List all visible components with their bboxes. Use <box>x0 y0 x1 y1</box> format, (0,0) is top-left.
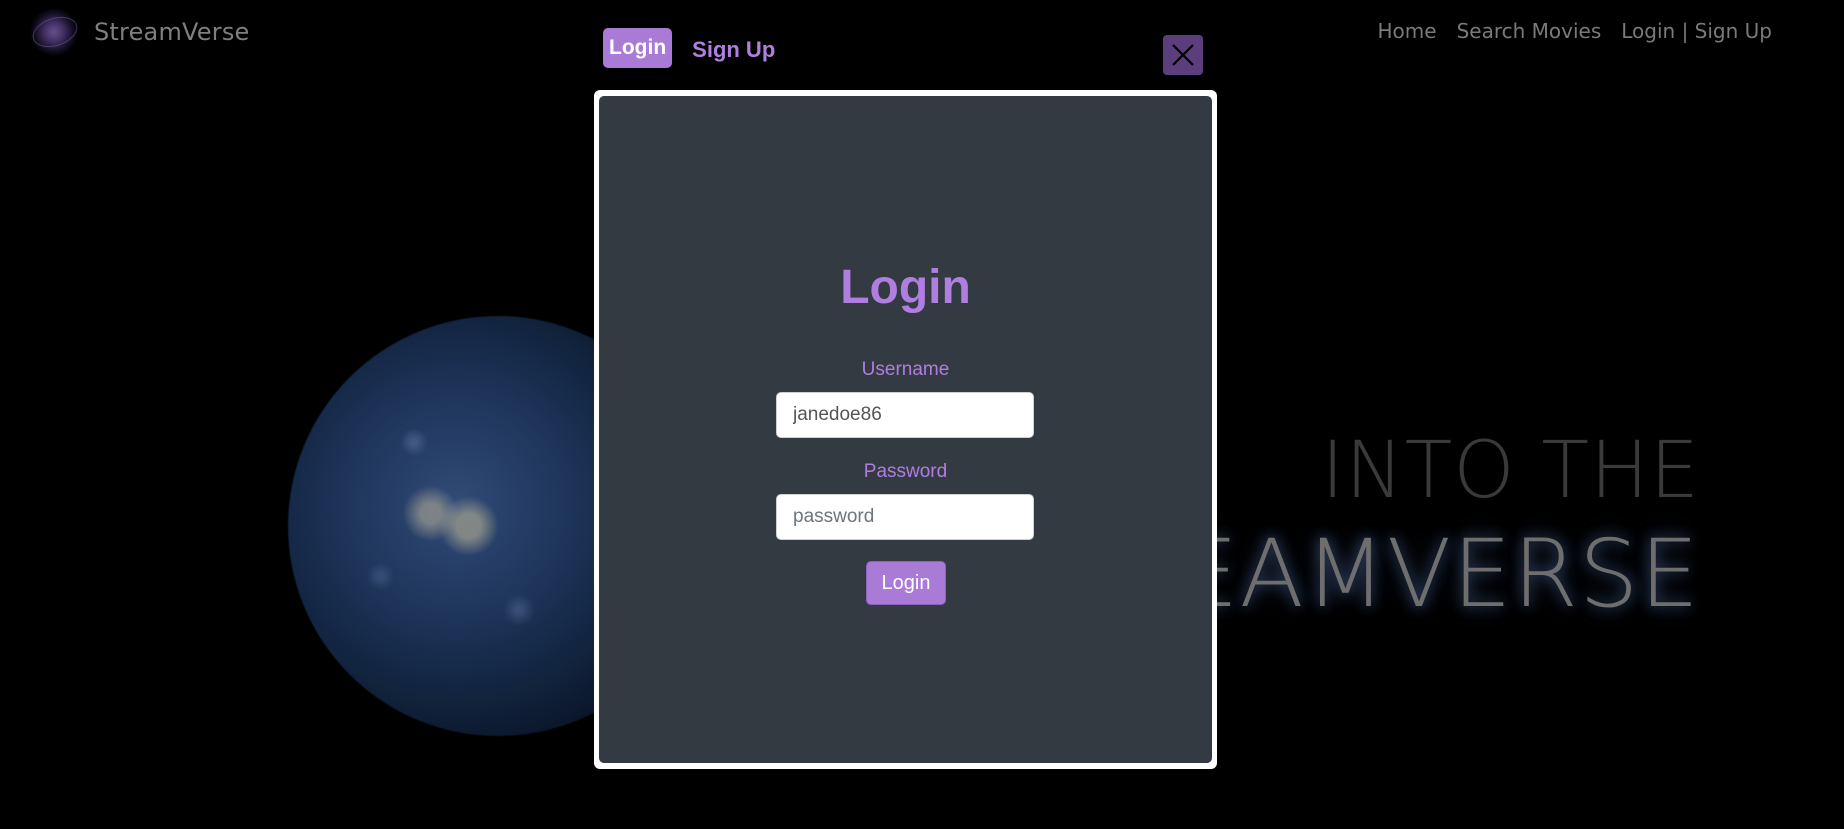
hero-title-line1: INTO THE <box>1321 426 1700 516</box>
modal-tabs: Login Sign Up <box>603 28 775 68</box>
password-input[interactable] <box>776 494 1034 540</box>
login-modal: Login Sign Up Login Username Password Lo… <box>594 20 1217 769</box>
nav-links: Home Search Movies Login | Sign Up <box>1378 19 1772 43</box>
login-form-panel: Login Username Password Login <box>599 96 1212 763</box>
tab-login[interactable]: Login <box>603 28 673 68</box>
username-label: Username <box>861 359 950 380</box>
login-submit-button[interactable]: Login <box>866 561 946 605</box>
page: StreamVerse Home Search Movies Login | S… <box>0 0 1844 829</box>
username-input[interactable] <box>776 392 1034 438</box>
password-label: Password <box>863 461 948 482</box>
close-icon <box>1172 44 1194 66</box>
nav-link-home[interactable]: Home <box>1378 19 1437 43</box>
modal-body: Login Username Password Login <box>594 90 1217 769</box>
brand[interactable]: StreamVerse <box>30 8 250 56</box>
nav-link-login-signup[interactable]: Login | Sign Up <box>1621 19 1772 43</box>
brand-name: StreamVerse <box>94 18 250 46</box>
brand-logo-icon <box>30 8 78 56</box>
login-heading: Login <box>840 261 971 314</box>
close-button[interactable] <box>1163 35 1203 75</box>
nav-link-search-movies[interactable]: Search Movies <box>1457 19 1602 43</box>
tab-signup[interactable]: Sign Up <box>692 37 775 63</box>
